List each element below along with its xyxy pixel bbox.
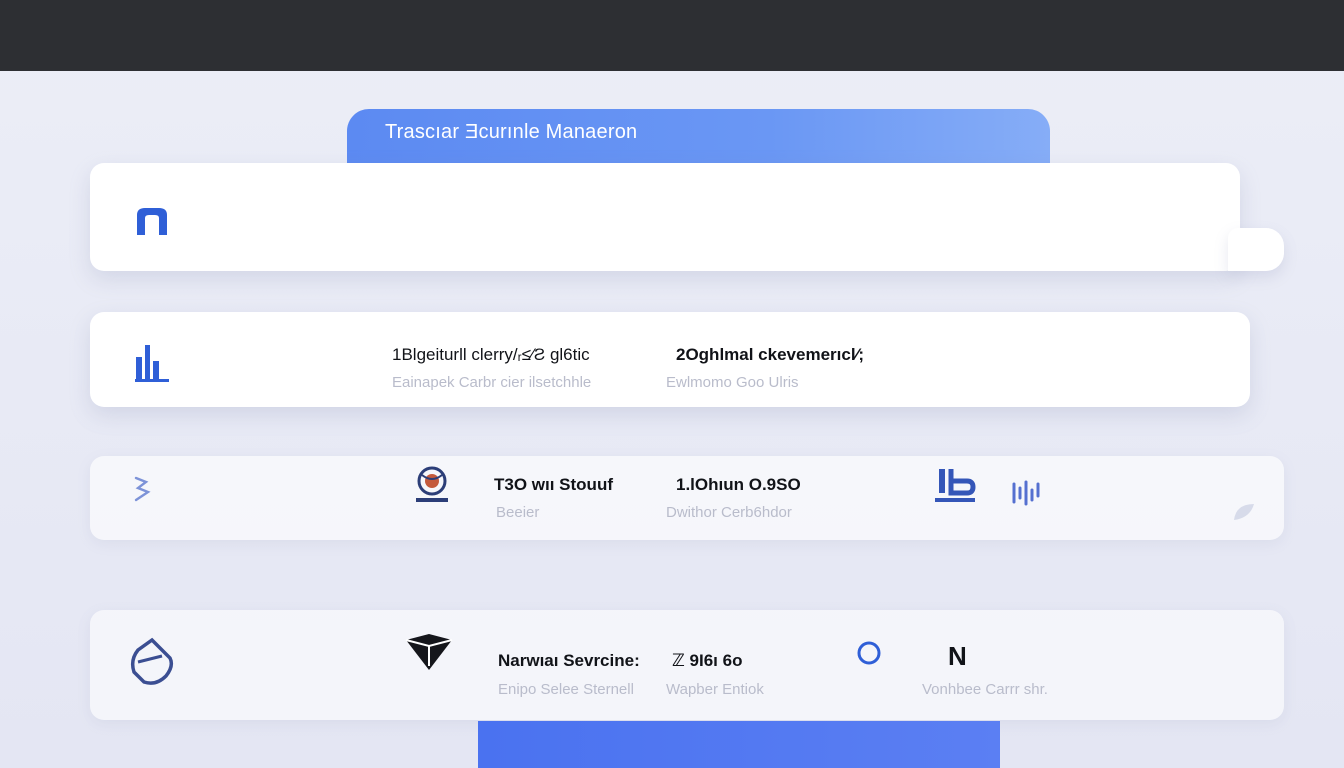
- row-primary-text: 2Oghlmal ckevemerıcl⁄;: [676, 345, 865, 364]
- page-title: Trascıar Ǝcurınle Manaeron: [385, 121, 638, 143]
- row-secondary-text: Dwithor Cerb6hdor: [666, 504, 792, 521]
- row-primary-text: Narwıaı Sevrcine:: [498, 651, 640, 670]
- chart-icon: [135, 345, 169, 382]
- row-primary-text: 1.lOhıun O.9SO: [676, 475, 801, 494]
- row-secondary-text: Vonhbee Carrr shr.: [922, 681, 1048, 698]
- bottom-action-bar[interactable]: [478, 721, 1000, 768]
- row-primary-text: T3O wıı Stouuf: [494, 475, 613, 494]
- gem-icon: [405, 634, 453, 670]
- header-banner: Trascıar Ǝcurınle Manaeron: [347, 109, 1050, 169]
- row-primary-text: 1Blgeiturll clerry/ᵣ≤⁄Ƨ gl6tic: [392, 345, 590, 364]
- row-secondary-text: Wapber Entiok: [666, 681, 764, 698]
- list-item[interactable]: [90, 312, 1250, 407]
- row-secondary-text: Ewlmomo Goo Ulris: [666, 374, 799, 391]
- drawer-icon: [137, 208, 167, 235]
- row-secondary-text: Beeier: [496, 504, 540, 521]
- circle-indicator-icon[interactable]: [855, 639, 883, 667]
- row-secondary-text: Enipo Selee Sternell: [498, 681, 634, 698]
- sparkle-icon: [1012, 480, 1040, 506]
- pencil-icon: [134, 476, 151, 502]
- top-bar: [0, 0, 1344, 71]
- lab-icon: [935, 469, 976, 502]
- tag-icon: [130, 637, 174, 685]
- list-item[interactable]: [90, 163, 1240, 271]
- leaf-icon: [1234, 504, 1254, 520]
- list-item[interactable]: [90, 456, 1284, 540]
- row-primary-text: ℤ 9I6ı 6o: [672, 651, 743, 670]
- globe-badge-icon: [416, 466, 448, 502]
- brand-logo: N: [948, 641, 967, 671]
- row-secondary-text: Eainapek Carbr cier ilsetchhle: [392, 374, 592, 391]
- card-tab: [1228, 228, 1284, 271]
